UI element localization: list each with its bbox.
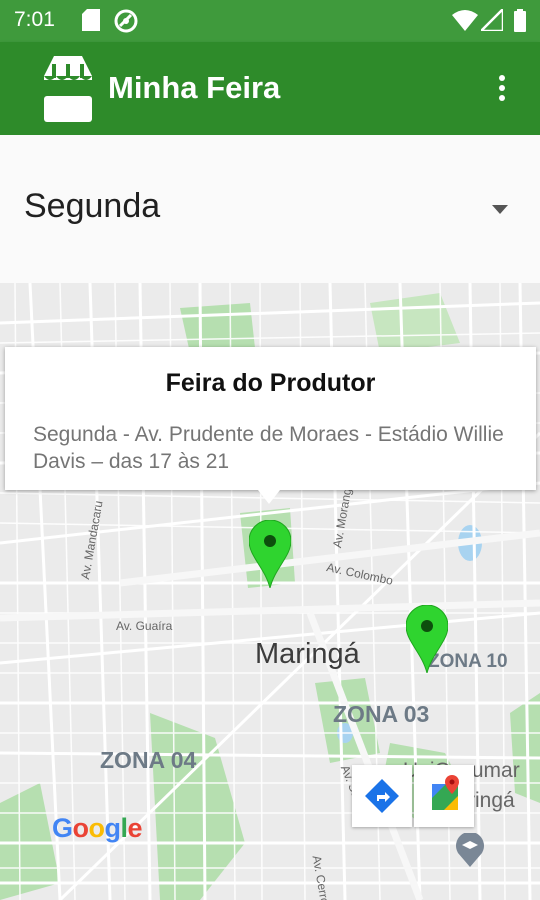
- status-bar: 7:01: [0, 0, 540, 42]
- battery-icon: [514, 9, 526, 37]
- info-window-description: Segunda - Av. Prudente de Moraes - Estád…: [33, 423, 504, 473]
- do-not-disturb-icon: [114, 9, 138, 38]
- wifi-icon: [452, 9, 478, 36]
- map-view[interactable]: Av. Guaíra Av. Colombo Av. Mandacaru Av.…: [0, 283, 540, 900]
- market-pin[interactable]: [248, 519, 292, 593]
- street-label: Av. Guaíra: [116, 619, 173, 633]
- overflow-menu-icon[interactable]: [492, 72, 512, 108]
- status-time: 7:01: [14, 8, 55, 31]
- google-maps-icon: [432, 775, 459, 810]
- open-in-maps-button[interactable]: [414, 765, 474, 827]
- zone-label: ZONA 03: [333, 701, 430, 727]
- app-bar: Minha Feira: [0, 42, 540, 135]
- zone-label: ZONA 04: [100, 747, 197, 773]
- day-selected-value: Segunda: [24, 187, 161, 225]
- info-window-tail: [258, 490, 280, 504]
- sd-card-icon: [82, 9, 100, 36]
- app-title: Minha Feira: [108, 70, 281, 105]
- day-selector[interactable]: Segunda: [0, 135, 540, 283]
- info-window-title: Feira do Produtor: [165, 369, 376, 397]
- marker-info-window[interactable]: Feira do Produtor Segunda - Av. Prudente…: [5, 347, 536, 504]
- google-logo: Google: [52, 813, 143, 843]
- signal-icon: [477, 5, 505, 36]
- dropdown-arrow-icon[interactable]: [492, 201, 508, 219]
- directions-button[interactable]: [352, 765, 412, 827]
- place-label: ringá: [468, 789, 515, 812]
- market-pin[interactable]: [405, 604, 449, 678]
- university-icon: [455, 831, 485, 872]
- directions-icon: [365, 779, 399, 813]
- city-label: Maringá: [255, 638, 360, 670]
- market-stall-icon: [44, 56, 92, 127]
